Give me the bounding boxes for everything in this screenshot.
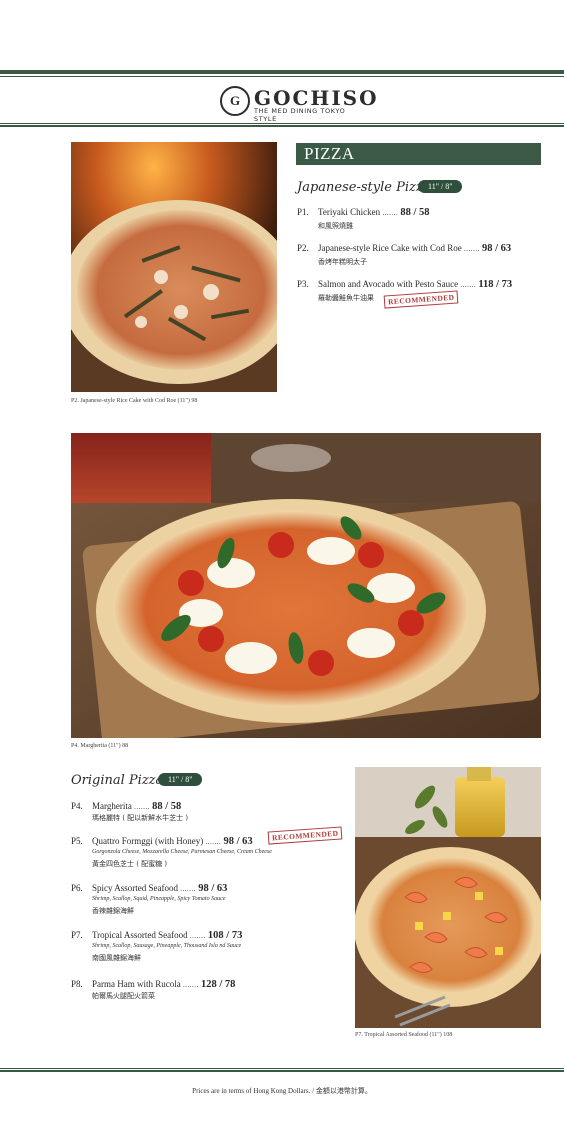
menu-item-p7: P7. Tropical Assorted Seafood ....... 10… <box>71 930 243 962</box>
footer-price-note: Prices are in terms of Hong Kong Dollars… <box>192 1087 372 1095</box>
photo-caption-3: P7. Tropical Assorted Seafood (11") 108 <box>355 1032 453 1038</box>
header-rule-top-thin <box>0 76 564 77</box>
japanese-pizza-heading: Japanese-style Pizza <box>297 180 431 195</box>
menu-item-p8: P8. Parma Ham with Rucola ....... 128 / … <box>71 979 236 1000</box>
logo-emblem-icon: G <box>220 86 250 116</box>
header-rule-bottom-thin <box>0 123 564 124</box>
footer-rule <box>0 1070 564 1072</box>
photo-tropical-seafood-pizza <box>355 767 541 1028</box>
photo-margherita-pizza <box>71 433 541 738</box>
brand-tagline: THE MED DINING TOKYO STYLE <box>254 107 346 123</box>
section-title-pizza: PIZZA <box>296 143 541 165</box>
menu-item-p6: P6. Spicy Assorted Seafood ....... 98 / … <box>71 883 228 915</box>
original-size-pill: 11" / 8" <box>158 773 203 786</box>
brand-logo: G GOCHISO THE MED DINING TOKYO STYLE <box>220 86 377 123</box>
photo-caption-2: P4. Margherita (11") 88 <box>71 743 129 749</box>
original-pizza-heading: Original Pizza <box>71 773 164 788</box>
menu-item-p4: P4. Margherita ....... 88 / 58 瑪格麗特 ( 配以… <box>71 801 189 822</box>
header-rule-bottom <box>0 125 564 127</box>
menu-item-p1: P1. Teriyaki Chicken ....... 88 / 58 和風照… <box>297 207 430 230</box>
menu-item-p2: P2. Japanese-style Rice Cake with Cod Ro… <box>297 243 512 266</box>
photo-caption-1: P2. Japanese-style Rice Cake with Cod Ro… <box>71 398 198 404</box>
header-rule-top <box>0 70 564 74</box>
photo-rice-cake-pizza <box>71 142 277 392</box>
footer-rule-thin <box>0 1068 564 1069</box>
japanese-size-pill: 11" / 8" <box>418 180 463 193</box>
